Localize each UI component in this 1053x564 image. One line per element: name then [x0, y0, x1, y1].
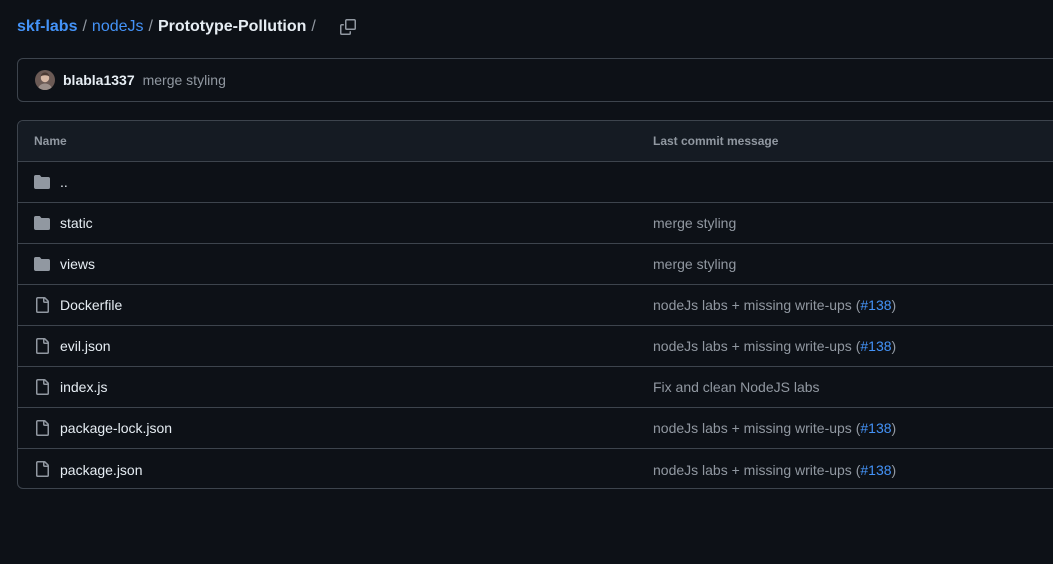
latest-commit-box: blabla1337 merge styling: [17, 58, 1053, 102]
breadcrumb-org-link[interactable]: skf-labs: [17, 15, 77, 39]
file-name-link[interactable]: evil.json: [60, 338, 111, 354]
commit-message-link[interactable]: nodeJs labs + missing write-ups (: [653, 297, 860, 313]
commit-message-cell: Fix and clean NodeJS labs: [653, 379, 820, 395]
breadcrumb-separator: /: [148, 18, 153, 35]
pull-request-link[interactable]: #138: [860, 420, 891, 436]
file-name-link[interactable]: package.json: [60, 462, 143, 478]
commit-message-link[interactable]: Fix and clean NodeJS labs: [653, 379, 820, 395]
folder-name-link[interactable]: views: [60, 256, 95, 272]
file-name-link[interactable]: Dockerfile: [60, 297, 122, 313]
commit-message-cell: merge styling: [653, 215, 736, 231]
file-icon: [36, 379, 49, 395]
pull-request-link[interactable]: #138: [860, 462, 891, 478]
commit-message-cell: nodeJs labs + missing write-ups (#138): [653, 297, 896, 313]
avatar-image: [35, 70, 55, 90]
copy-path-button[interactable]: [337, 16, 359, 38]
parent-directory-row[interactable]: ..: [18, 162, 1053, 203]
commit-message-cell: nodeJs labs + missing write-ups (#138): [653, 420, 896, 436]
folder-icon: [34, 175, 50, 189]
folder-icon: [34, 216, 50, 230]
column-header-last-commit-message: Last commit message: [653, 134, 779, 148]
page: skf-labs / nodeJs / Prototype-Pollution …: [0, 0, 1053, 564]
commit-message-cell: nodeJs labs + missing write-ups (#138): [653, 462, 896, 478]
pull-request-link[interactable]: #138: [860, 297, 891, 313]
commit-message-cell: nodeJs labs + missing write-ups (#138): [653, 338, 896, 354]
file-icon: [36, 461, 49, 477]
breadcrumb-separator: /: [311, 18, 316, 35]
commit-message-link[interactable]: nodeJs labs + missing write-ups (: [653, 338, 860, 354]
table-row[interactable]: static merge styling: [18, 203, 1053, 244]
breadcrumb-folder-link[interactable]: nodeJs: [92, 15, 144, 39]
folder-name-link[interactable]: static: [60, 215, 93, 231]
commit-message-link[interactable]: merge styling: [143, 72, 226, 88]
file-icon: [36, 420, 49, 436]
table-row[interactable]: package.json nodeJs labs + missing write-…: [18, 449, 1053, 488]
file-name-link[interactable]: index.js: [60, 379, 107, 395]
file-icon: [36, 338, 49, 354]
commit-message-cell: merge styling: [653, 256, 736, 272]
folder-icon: [34, 257, 50, 271]
commit-author-link[interactable]: blabla1337: [63, 72, 135, 88]
table-row[interactable]: views merge styling: [18, 244, 1053, 285]
avatar[interactable]: [35, 70, 55, 90]
table-row[interactable]: Dockerfile nodeJs labs + missing write-up…: [18, 285, 1053, 326]
table-row[interactable]: index.js Fix and clean NodeJS labs: [18, 367, 1053, 408]
commit-message-suffix: ): [891, 420, 897, 436]
file-name-link[interactable]: package-lock.json: [60, 420, 172, 436]
table-row[interactable]: package-lock.json nodeJs labs + missing w…: [18, 408, 1053, 449]
commit-message-link[interactable]: merge styling: [653, 215, 736, 231]
breadcrumb-separator: /: [82, 18, 87, 35]
commit-message-suffix: ): [891, 297, 897, 313]
breadcrumb-current: Prototype-Pollution: [157, 18, 307, 35]
file-icon: [36, 297, 49, 313]
copy-icon: [339, 19, 356, 35]
column-header-name: Name: [34, 134, 67, 148]
pull-request-link[interactable]: #138: [860, 338, 891, 354]
parent-directory-link[interactable]: ..: [60, 174, 68, 190]
breadcrumb: skf-labs / nodeJs / Prototype-Pollution …: [17, 15, 359, 39]
table-row[interactable]: evil.json nodeJs labs + missing write-ups…: [18, 326, 1053, 367]
commit-message-suffix: ): [891, 338, 897, 354]
commit-message-link[interactable]: nodeJs labs + missing write-ups (: [653, 420, 860, 436]
commit-message-link[interactable]: merge styling: [653, 256, 736, 272]
table-header: Name Last commit message: [18, 121, 1053, 162]
commit-message-link[interactable]: nodeJs labs + missing write-ups (: [653, 462, 860, 478]
file-table: Name Last commit message .. static merge …: [17, 120, 1053, 489]
commit-message-suffix: ): [891, 461, 897, 478]
